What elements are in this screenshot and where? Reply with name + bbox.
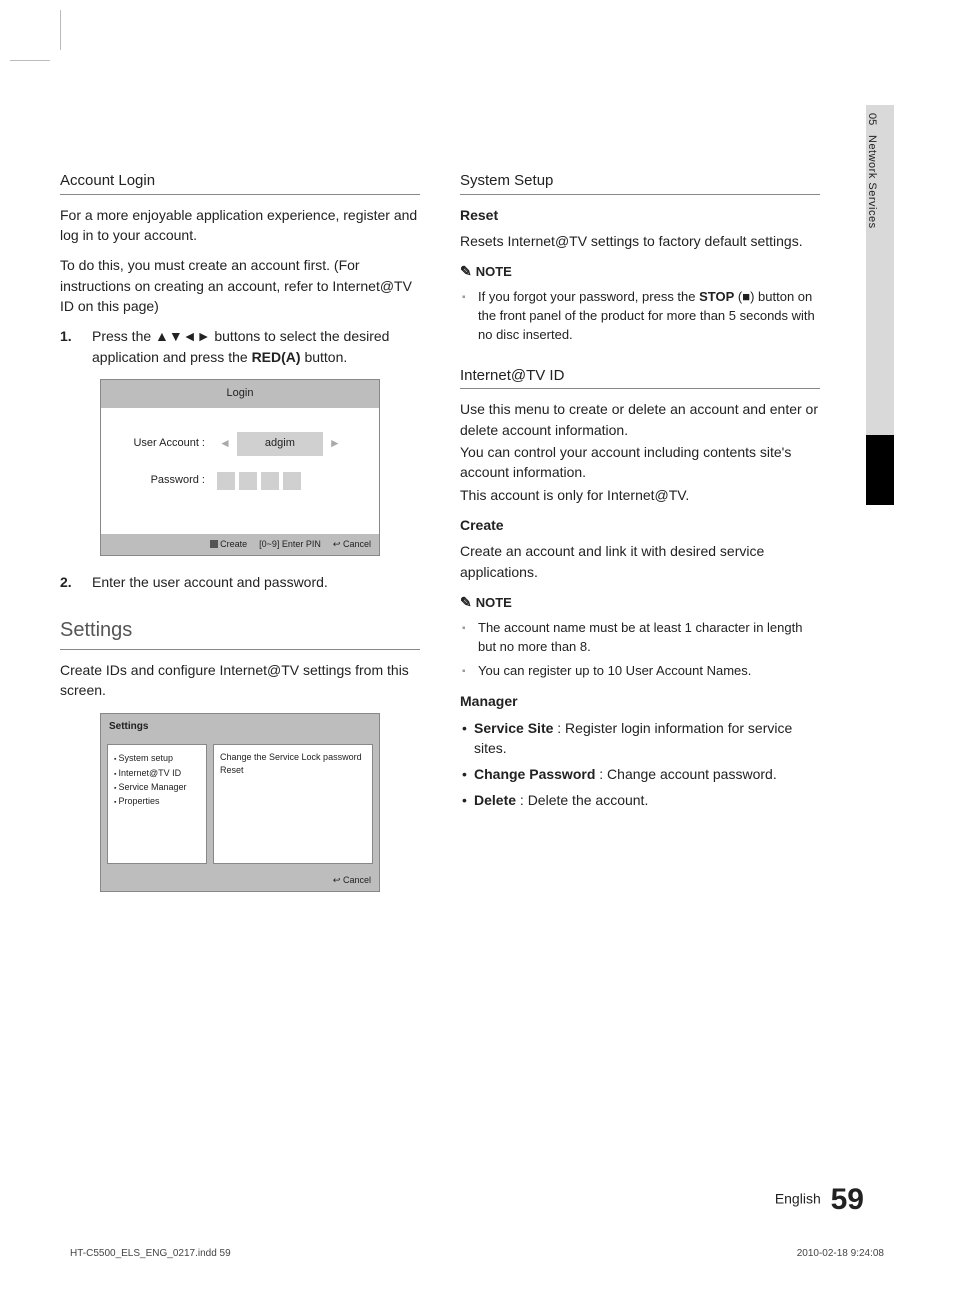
settings-p1: Create IDs and configure Internet@TV set… <box>60 660 420 701</box>
manager-heading: Manager <box>460 691 820 711</box>
create-hint: Create <box>220 539 247 549</box>
password-label: Password : <box>113 473 213 489</box>
user-account-value: adgim <box>237 432 323 456</box>
settings-dialog-title: Settings <box>101 714 379 741</box>
chapter-number: 05 <box>866 105 878 125</box>
chapter-label: Network Services <box>866 125 878 229</box>
account-login-p2: To do this, you must create an account f… <box>60 255 420 316</box>
manager-item: Change Password : Change account passwor… <box>474 764 820 784</box>
step-2: 2. Enter the user account and password. <box>60 572 420 592</box>
system-setup-title: System Setup <box>460 170 820 195</box>
red-a-icon <box>210 540 218 548</box>
print-file: HT-C5500_ELS_ENG_0217.indd 59 <box>70 1248 231 1259</box>
note-icon: ✎ <box>460 594 472 610</box>
footer-lang: English <box>775 1191 821 1207</box>
arrow-left-icon: ◄ <box>213 435 237 452</box>
note-heading: ✎NOTE <box>460 592 820 613</box>
side-marker <box>866 435 894 505</box>
note-item: The account name must be at least 1 char… <box>478 619 820 657</box>
right-column: System Setup Reset Resets Internet@TV se… <box>460 170 820 892</box>
left-column: Account Login For a more enjoyable appli… <box>60 170 420 892</box>
itv-p1: Use this menu to create or delete an acc… <box>460 399 820 440</box>
settings-screenshot: Settings System setup Internet@TV ID Ser… <box>100 713 380 893</box>
account-login-p1: For a more enjoyable application experie… <box>60 205 420 246</box>
create-body: Create an account and link it with desir… <box>460 541 820 582</box>
settings-panel: Change the Service Lock password Reset <box>213 744 373 864</box>
note-item: You can register up to 10 User Account N… <box>478 662 820 681</box>
menu-item: Properties <box>114 794 200 808</box>
cancel-hint: Cancel <box>343 875 371 885</box>
menu-item: System setup <box>114 751 200 765</box>
internet-tv-id-title: Internet@TV ID <box>460 365 820 390</box>
create-heading: Create <box>460 515 820 535</box>
crop-mark <box>10 60 50 61</box>
password-boxes <box>217 472 301 490</box>
note-icon: ✎ <box>460 263 472 279</box>
settings-heading: Settings <box>60 616 420 650</box>
reset-heading: Reset <box>460 205 820 225</box>
page-number: 59 <box>831 1183 864 1216</box>
cancel-hint: Cancel <box>343 539 371 549</box>
itv-p2: You can control your account including c… <box>460 442 820 483</box>
arrow-right-icon: ► <box>323 435 347 452</box>
account-login-title: Account Login <box>60 170 420 195</box>
settings-menu: System setup Internet@TV ID Service Mana… <box>107 744 207 864</box>
return-icon: ↩ <box>333 538 341 551</box>
itv-p3: This account is only for Internet@TV. <box>460 485 820 505</box>
page-footer: English 59 <box>775 1183 864 1217</box>
return-icon: ↩ <box>333 874 341 887</box>
login-dialog-title: Login <box>101 380 379 408</box>
manager-item: Service Site : Register login informatio… <box>474 718 820 759</box>
side-tab: 05 Network Services <box>866 105 894 455</box>
login-screenshot: Login User Account : ◄ adgim ► Password … <box>100 379 380 556</box>
reset-body: Resets Internet@TV settings to factory d… <box>460 231 820 251</box>
menu-item: Service Manager <box>114 780 200 794</box>
step-1: 1. Press the ▲▼◄► buttons to select the … <box>60 326 420 367</box>
note-heading: ✎NOTE <box>460 261 820 282</box>
print-date: 2010-02-18 9:24:08 <box>797 1248 884 1259</box>
pin-hint: [0~9] Enter PIN <box>259 538 321 551</box>
crop-mark <box>60 10 61 50</box>
print-footer: HT-C5500_ELS_ENG_0217.indd 59 2010-02-18… <box>70 1248 884 1259</box>
stop-icon: ■ <box>742 289 750 304</box>
menu-item: Internet@TV ID <box>114 766 200 780</box>
user-account-label: User Account : <box>113 436 213 452</box>
note-item: If you forgot your password, press the S… <box>478 288 820 345</box>
manager-item: Delete : Delete the account. <box>474 790 820 810</box>
